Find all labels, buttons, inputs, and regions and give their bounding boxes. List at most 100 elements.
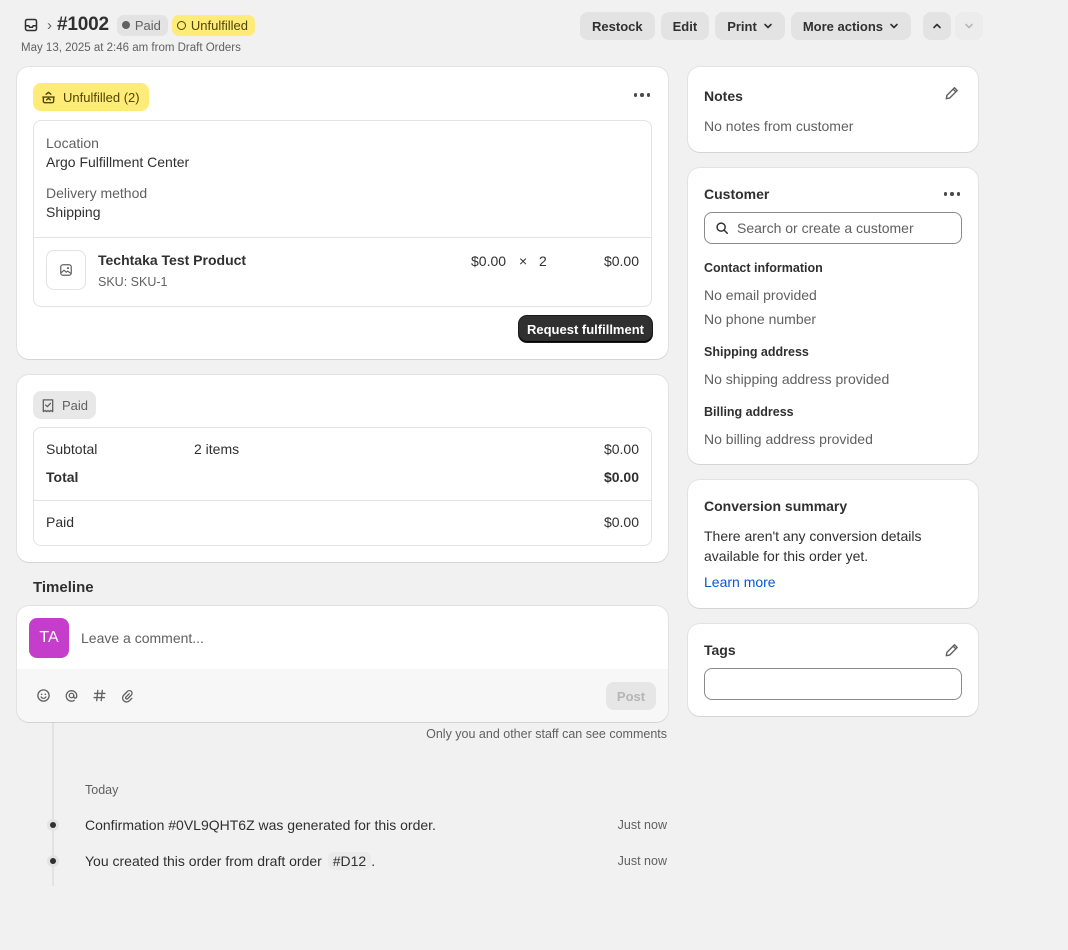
unfulfilled-count-badge: Unfulfilled (2)	[33, 83, 149, 111]
breadcrumb-separator: ›	[47, 16, 52, 34]
fulfillment-menu-button[interactable]	[629, 86, 655, 104]
timeline-heading: Timeline	[33, 579, 94, 596]
orders-inbox-icon[interactable]	[21, 15, 41, 35]
draft-order-link[interactable]: #D12	[327, 852, 372, 870]
more-actions-button[interactable]: More actions	[790, 12, 911, 40]
previous-order-button[interactable]	[923, 12, 951, 40]
timeline-event-time: Just now	[617, 854, 667, 868]
customer-email: No email provided	[704, 287, 817, 303]
tags-card: Tags	[688, 624, 978, 716]
timeline-dot-icon	[47, 819, 59, 831]
contact-info-heading: Contact information	[704, 261, 823, 275]
delivery-method-value: Shipping	[46, 204, 101, 220]
subtotal-label: Subtotal	[46, 441, 98, 457]
subtotal-items: 2 items	[194, 441, 240, 457]
location-value: Argo Fulfillment Center	[46, 154, 190, 170]
more-actions-label: More actions	[802, 18, 883, 34]
package-icon	[42, 91, 55, 103]
page-title: #1002	[57, 14, 109, 35]
product-name-link[interactable]: Techtaka Test Product	[98, 252, 246, 268]
receipt-check-icon	[42, 398, 54, 412]
times-symbol: ×	[519, 253, 528, 269]
header-actions: Restock Edit Print More actions	[574, 12, 983, 40]
paid-dot-icon	[121, 21, 130, 29]
chevron-down-icon	[890, 23, 898, 29]
mention-icon[interactable]	[62, 686, 80, 704]
comment-input[interactable]: Leave a comment...	[81, 630, 204, 646]
order-created-info: May 13, 2025 at 2:46 am from Draft Order…	[21, 42, 241, 54]
hashtag-icon[interactable]	[90, 686, 108, 704]
delivery-method-label: Delivery method	[46, 185, 148, 201]
restock-button[interactable]: Restock	[580, 12, 655, 40]
location-label: Location	[46, 135, 99, 151]
customer-menu-button[interactable]	[939, 185, 965, 203]
avatar: TA	[29, 618, 69, 658]
customer-search-placeholder: Search or create a customer	[737, 220, 914, 236]
conversion-text-line: There aren't any conversion details	[704, 528, 922, 544]
chevron-down-icon	[965, 23, 973, 29]
edit-button[interactable]: Edit	[660, 12, 710, 40]
customer-card: Customer Search or create a customer Con…	[688, 168, 978, 464]
request-fulfillment-button[interactable]: Request fulfillment	[519, 316, 652, 342]
paid-badge-label: Paid	[62, 397, 89, 413]
tags-title: Tags	[704, 642, 736, 658]
comment-toolbar: Post	[17, 669, 668, 722]
line-total: $0.00	[603, 253, 639, 269]
edit-pencil-icon[interactable]	[944, 642, 960, 658]
print-button[interactable]: Print	[715, 12, 785, 40]
fulfillment-details: Location Argo Fulfillment Center Deliver…	[33, 120, 652, 307]
payment-status-badge: Paid	[116, 14, 168, 36]
customer-title: Customer	[704, 186, 770, 202]
conversion-text: There aren't any conversion details avai…	[704, 526, 921, 566]
total-value: $0.00	[603, 469, 639, 485]
payment-card: Paid Subtotal 2 items $0.00 Total $0.00 …	[17, 375, 668, 562]
fulfillment-status-badge: Unfulfilled	[171, 14, 255, 36]
unit-price: $0.00	[471, 253, 507, 269]
product-thumbnail[interactable]	[46, 250, 86, 290]
fulfillment-card: Unfulfilled (2) Location Argo Fulfillmen…	[17, 67, 668, 359]
print-button-label: Print	[727, 18, 757, 34]
total-label: Total	[46, 469, 79, 485]
paid-value: $0.00	[603, 514, 639, 530]
next-order-button[interactable]	[955, 12, 983, 40]
page-header: › #1002 Paid Unfulfilled May 13, 2025 at…	[21, 12, 983, 56]
conversion-title: Conversion summary	[704, 498, 848, 514]
shipping-address-heading: Shipping address	[704, 345, 809, 359]
timeline-event-time: Just now	[617, 818, 667, 832]
notes-card: Notes No notes from customer	[688, 67, 978, 152]
image-placeholder-icon	[60, 264, 72, 276]
subtotal-value: $0.00	[603, 441, 639, 457]
unfulfilled-count-label: Unfulfilled (2)	[63, 89, 140, 105]
chevron-up-icon	[933, 23, 941, 29]
customer-search-input[interactable]: Search or create a customer	[704, 212, 962, 244]
learn-more-link[interactable]: Learn more	[704, 574, 776, 590]
customer-phone: No phone number	[704, 311, 817, 327]
payment-status-label: Paid	[134, 17, 161, 33]
quantity: 2	[539, 253, 547, 269]
divider	[34, 500, 651, 501]
unfulfilled-ring-icon	[176, 20, 186, 30]
billing-address: No billing address provided	[704, 431, 873, 447]
shipping-address: No shipping address provided	[704, 371, 890, 387]
timeline-event: Confirmation #0VL9QHT6Z was generated fo…	[85, 817, 436, 833]
product-sku: SKU: SKU-1	[98, 275, 168, 289]
paid-label: Paid	[46, 514, 75, 530]
attachment-icon[interactable]	[118, 686, 136, 704]
comment-visibility-note: Only you and other staff can see comment…	[426, 727, 667, 741]
billing-address-heading: Billing address	[704, 405, 794, 419]
emoji-icon[interactable]	[34, 686, 52, 704]
fulfillment-status-label: Unfulfilled	[190, 17, 248, 33]
conversion-summary-card: Conversion summary There aren't any conv…	[688, 480, 978, 608]
paid-badge: Paid	[33, 391, 97, 419]
post-button[interactable]: Post	[606, 682, 656, 710]
notes-text: No notes from customer	[704, 118, 854, 134]
edit-pencil-icon[interactable]	[944, 85, 960, 101]
timeline-date-group: Today	[85, 783, 119, 797]
timeline-dot-icon	[47, 855, 59, 867]
conversion-text-line: available for this order yet.	[704, 548, 869, 564]
chevron-down-icon	[764, 23, 772, 29]
comment-box: TA Leave a comment... Post	[17, 606, 668, 722]
notes-title: Notes	[704, 88, 743, 104]
tags-input[interactable]	[704, 668, 962, 700]
search-icon	[716, 222, 728, 234]
